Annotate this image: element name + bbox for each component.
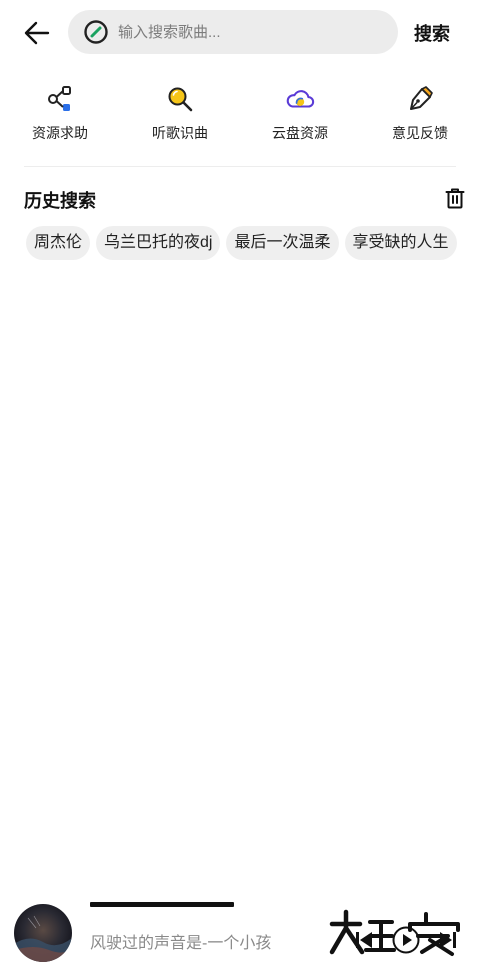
quick-action-cloud-resources[interactable]: 云盘资源 <box>240 84 360 143</box>
album-art[interactable] <box>14 904 72 962</box>
quick-action-label: 意见反馈 <box>392 125 448 141</box>
history-tags: 周杰伦 乌兰巴托的夜dj 最后一次温柔 享受缺的人生 <box>26 226 466 260</box>
mini-player: 风驶过的声音是-一个小孩 <box>0 896 480 969</box>
quick-action-feedback[interactable]: 意见反馈 <box>360 84 480 143</box>
previous-icon[interactable] <box>352 928 376 952</box>
quick-action-identify-song[interactable]: 听歌识曲 <box>120 84 240 143</box>
play-icon[interactable] <box>392 926 420 954</box>
app-logo-icon <box>82 18 110 46</box>
now-playing-title[interactable]: 风驶过的声音是-一个小孩 <box>90 929 271 953</box>
history-tag[interactable]: 乌兰巴托的夜dj <box>96 226 221 260</box>
quick-action-resource-help[interactable]: 资源求助 <box>0 84 120 143</box>
arrow-left-icon <box>24 21 50 45</box>
back-button[interactable] <box>20 16 54 50</box>
search-input[interactable] <box>118 23 378 41</box>
magnifier-icon <box>165 84 195 114</box>
share-nodes-icon <box>45 84 75 114</box>
quick-action-label: 资源求助 <box>32 125 88 141</box>
search-box[interactable] <box>68 10 398 54</box>
quick-actions: 资源求助 听歌识曲 云盘资源 意见反馈 <box>0 84 480 154</box>
cloud-icon <box>285 84 315 114</box>
divider <box>24 166 456 167</box>
next-icon[interactable] <box>436 928 460 952</box>
history-tag[interactable]: 最后一次温柔 <box>226 226 339 260</box>
history-title: 历史搜索 <box>24 191 96 211</box>
pen-icon <box>405 84 435 114</box>
history-tag[interactable]: 享受缺的人生 <box>344 226 457 260</box>
top-bar: 搜索 <box>0 0 480 64</box>
clear-history-button[interactable] <box>443 186 467 210</box>
playback-progress-bar[interactable] <box>90 902 234 907</box>
quick-action-label: 云盘资源 <box>272 125 328 141</box>
history-tag[interactable]: 周杰伦 <box>26 226 91 260</box>
quick-action-label: 听歌识曲 <box>152 125 208 141</box>
trash-icon <box>445 188 465 209</box>
search-button[interactable]: 搜索 <box>414 20 450 46</box>
